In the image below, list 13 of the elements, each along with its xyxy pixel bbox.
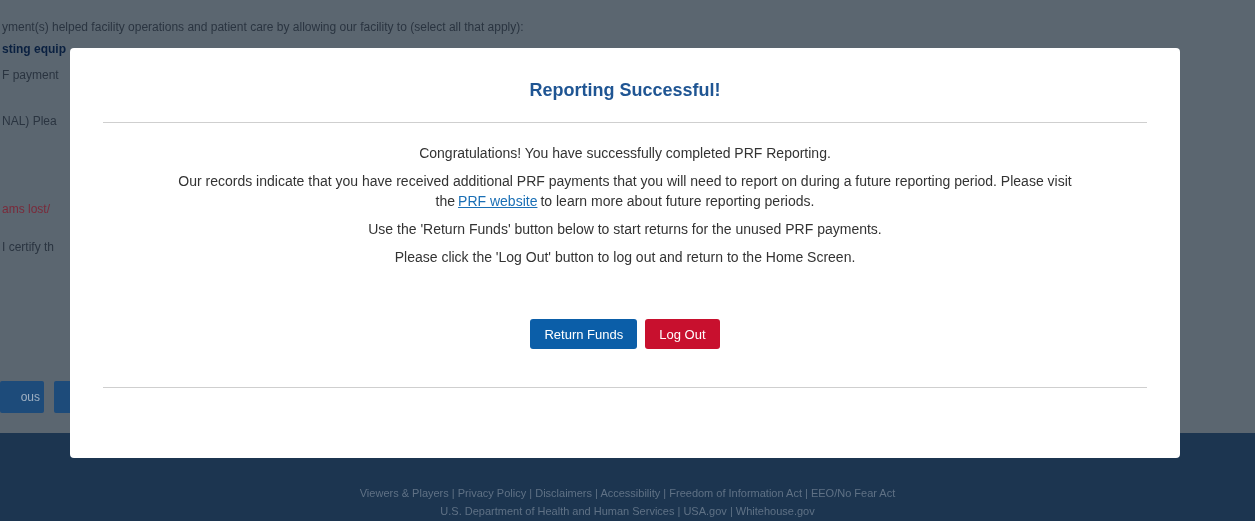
footer-links[interactable]: Viewers & Players | Privacy Policy | Disclaimers | Accessibility | Freedom of Information Act | EEO/No Fear Act xyxy=(359,487,896,499)
form-button[interactable]: ous xyxy=(0,381,44,413)
message-text: Congratulations! You have successfully completed PRF Reporting. xyxy=(419,144,831,163)
option-link[interactable]: sting equip xyxy=(2,42,68,56)
message-text: Our records indicate that you have received additional PRF payments that you will need to report on during a future reporting period. Please visit the PRF website to learn more about future reporting periods. xyxy=(177,172,1073,211)
footer-links[interactable]: U.S. Department of Health and Human Services | USA.gov | Whitehouse.gov xyxy=(440,505,815,517)
website-link[interactable]: PRF website xyxy=(458,193,538,209)
return-funds-button[interactable]: Return Funds xyxy=(530,319,638,349)
log-out-button[interactable]: Log Out xyxy=(645,319,720,349)
error-text: ams lost/ xyxy=(2,202,51,216)
dialog-title: Reporting Successful! xyxy=(529,80,721,102)
message-text: Please click the 'Log Out' button to log out and return to the Home Screen. xyxy=(394,248,856,267)
message-text: Use the 'Return Funds' button below to start returns for the unused PRF payments. xyxy=(368,220,882,239)
